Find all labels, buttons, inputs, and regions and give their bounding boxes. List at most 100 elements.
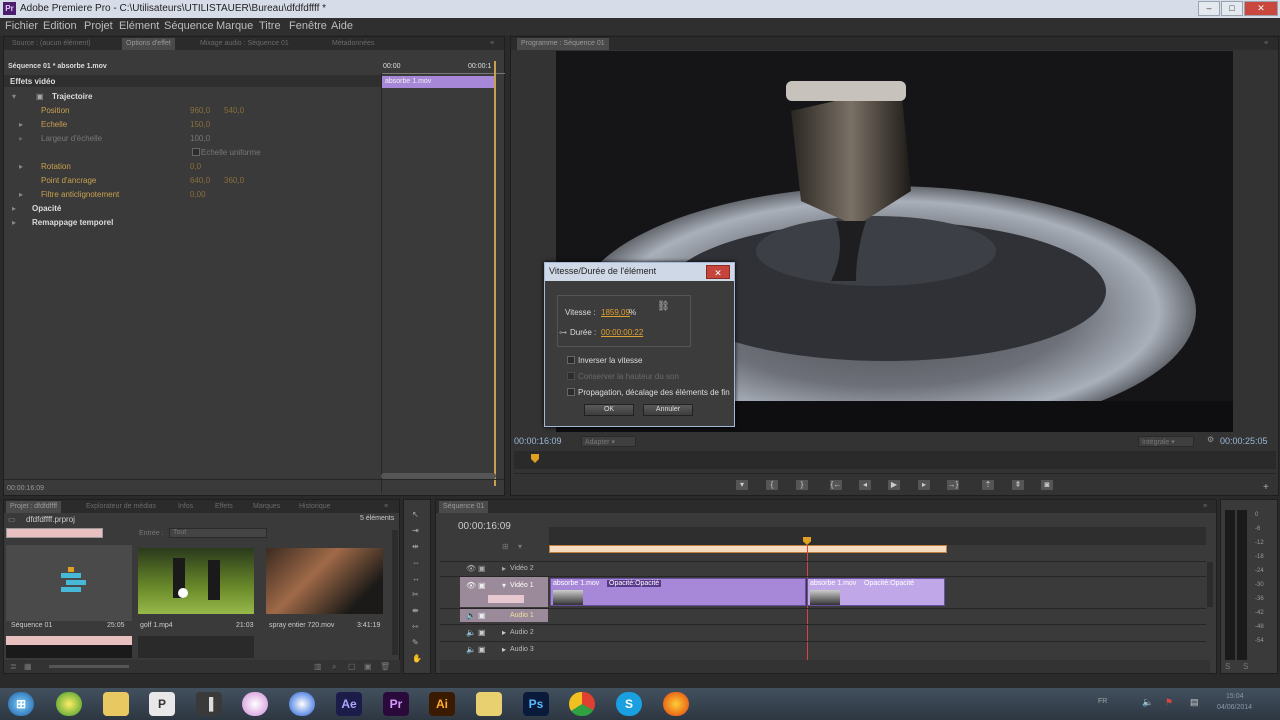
entry-dropdown[interactable]: Tout [169, 528, 267, 538]
dialog-close-button[interactable]: ✕ [706, 265, 730, 279]
ok-button[interactable]: OK [584, 404, 634, 416]
link-toggle-icon[interactable]: ⊶ [559, 328, 567, 337]
anchor-y[interactable]: 360,0 [224, 176, 244, 185]
timeline-hscroll[interactable] [440, 660, 1210, 673]
hand-tool-icon[interactable]: ✋ [412, 654, 422, 663]
a3-expand-icon[interactable]: ▸ [502, 645, 506, 654]
selection-tool-icon[interactable]: ↖ [412, 510, 419, 519]
tab-history[interactable]: Historique [295, 501, 335, 513]
slide-tool-icon[interactable]: ⇿ [412, 622, 419, 631]
project-scrollbar[interactable] [392, 530, 398, 655]
a2-lock-icon[interactable]: ▣ [478, 628, 486, 637]
effect-opacite[interactable]: Opacité [32, 204, 61, 213]
razor-tool-icon[interactable]: ✂ [412, 590, 419, 599]
extract-icon[interactable]: ⇞ [1011, 479, 1025, 491]
v2-eye-icon[interactable]: 👁 [466, 564, 476, 573]
solo-left-icon[interactable]: S [1225, 662, 1230, 671]
automate-icon[interactable]: ▥ [314, 662, 322, 671]
v2-lock-icon[interactable]: ▣ [478, 564, 486, 573]
menu-sequence[interactable]: Séquence [164, 20, 214, 32]
project-menu-icon[interactable]: ≡ [380, 501, 392, 513]
find-icon[interactable]: ⌕ [332, 662, 336, 672]
a3-lock-icon[interactable]: ▣ [478, 645, 486, 654]
menu-fenetre[interactable]: Fenêtre [289, 20, 327, 32]
marker-add-icon[interactable]: ▾ [518, 542, 522, 551]
v1-keyframe-nav[interactable] [488, 595, 524, 603]
project-search-input[interactable] [6, 528, 103, 538]
expand-flicker-icon[interactable]: ▸ [19, 190, 23, 199]
extra-thumbnail[interactable] [138, 636, 254, 658]
ripple-checkbox[interactable] [567, 388, 575, 396]
new-item-icon[interactable]: ▣ [364, 662, 372, 671]
app-icon-4[interactable]: ▐ [196, 692, 222, 716]
language-indicator[interactable]: FR [1098, 698, 1107, 705]
effect-zoom-scroll[interactable] [381, 473, 496, 479]
tab-program[interactable]: Programme : Séquence 01 [517, 38, 609, 50]
a3-speaker-icon[interactable]: 🔈 [466, 645, 476, 654]
lift-icon[interactable]: ⇡ [981, 479, 995, 491]
tab-effects[interactable]: Effets [211, 501, 237, 513]
step-back-icon[interactable]: ◂ [858, 479, 872, 491]
effect-trajectoire[interactable]: Trajectoire [52, 92, 92, 101]
clip-absorbe-2[interactable]: absorbe 1.mov Opacité:Opacité [807, 578, 945, 606]
rate-stretch-tool-icon[interactable]: ↔ [412, 574, 420, 583]
golf-thumbnail[interactable] [138, 548, 254, 614]
marker-icon[interactable]: ▾ [735, 479, 749, 491]
pen-tool-icon[interactable]: ✎ [412, 638, 419, 647]
expand-icon[interactable]: ▾ [12, 92, 16, 101]
play-icon[interactable]: ▶ [887, 479, 901, 491]
app-icon-px[interactable]: P [149, 692, 175, 716]
minimize-button[interactable]: – [1198, 1, 1220, 16]
monitor-menu-icon[interactable]: ≡ [1260, 38, 1272, 50]
ripple-edit-tool-icon[interactable]: ⇹ [412, 542, 419, 551]
a1-speaker-icon[interactable]: 🔈 [466, 611, 476, 620]
delete-icon[interactable]: 🗑 [380, 662, 390, 671]
fit-dropdown[interactable]: Adapter ▾ [581, 436, 636, 447]
tab-audio-mixer[interactable]: Mixage audio : Séquence 01 [196, 38, 293, 50]
clip2-effect[interactable]: Opacité:Opacité [864, 580, 914, 587]
app-icon-5[interactable] [242, 692, 268, 716]
menu-titre[interactable]: Titre [259, 20, 281, 32]
illustrator-icon[interactable]: Ai [429, 692, 455, 716]
work-area-bar[interactable] [549, 545, 947, 553]
expand-scale-icon[interactable]: ▸ [19, 120, 23, 129]
panel-menu-icon[interactable]: ≡ [486, 38, 498, 50]
duration-input[interactable]: 00:00:00:22 [601, 328, 643, 337]
monitor-scrub-bar[interactable] [514, 451, 1276, 469]
position-y[interactable]: 540,0 [224, 106, 244, 115]
quality-dropdown[interactable]: Intégrale ▾ [1138, 436, 1194, 447]
tab-source[interactable]: Source : (aucun élément) [8, 38, 95, 50]
rolling-edit-tool-icon[interactable]: ⇔ [412, 558, 420, 567]
effect-clip-bar[interactable]: absorbe 1.mov [382, 76, 494, 88]
tab-effect-options[interactable]: Options d'effet [122, 38, 175, 50]
icon-view-icon[interactable]: ▦ [24, 662, 32, 671]
track-select-tool-icon[interactable]: ⇥ [412, 526, 419, 535]
tab-infos[interactable]: Infos [174, 501, 197, 513]
export-frame-icon[interactable]: ◙ [1040, 479, 1054, 491]
a1-lock-icon[interactable]: ▣ [478, 611, 486, 620]
menu-fichier[interactable]: Fichier [5, 20, 38, 32]
menu-edition[interactable]: Edition [43, 20, 77, 32]
new-bin-icon[interactable]: ▢ [348, 662, 356, 671]
out-point-icon[interactable]: } [795, 479, 809, 491]
flag-tray-icon[interactable]: ⚑ [1165, 697, 1173, 708]
expand-opacity-icon[interactable]: ▸ [12, 204, 16, 213]
tab-media-browser[interactable]: Explorateur de médias [82, 501, 160, 513]
maximize-button[interactable]: □ [1221, 1, 1243, 16]
effect-playhead[interactable] [494, 61, 496, 486]
monitor-current-time[interactable]: 00:00:16:09 [514, 436, 562, 446]
uniform-scale-checkbox[interactable] [192, 148, 200, 156]
settings-icon[interactable]: ⚙ [1207, 435, 1214, 444]
clock-date[interactable]: 04/06/2014 [1217, 704, 1252, 711]
anchor-x[interactable]: 640,0 [190, 176, 210, 185]
zoom-slider[interactable] [49, 665, 129, 668]
expand-rotation-icon[interactable]: ▸ [19, 162, 23, 171]
sequence-thumbnail[interactable] [6, 545, 132, 621]
add-button-icon[interactable]: + [1263, 482, 1269, 493]
reverse-checkbox[interactable] [567, 356, 575, 364]
clip-absorbe-1[interactable]: absorbe 1.mov Opacité:Opacité [550, 578, 806, 606]
rotation-value[interactable]: 0,0 [190, 162, 201, 171]
tab-markers[interactable]: Marques [249, 501, 284, 513]
v1-collapse-icon[interactable]: ▾ [502, 581, 506, 590]
largeur-value[interactable]: 100,0 [190, 134, 210, 143]
